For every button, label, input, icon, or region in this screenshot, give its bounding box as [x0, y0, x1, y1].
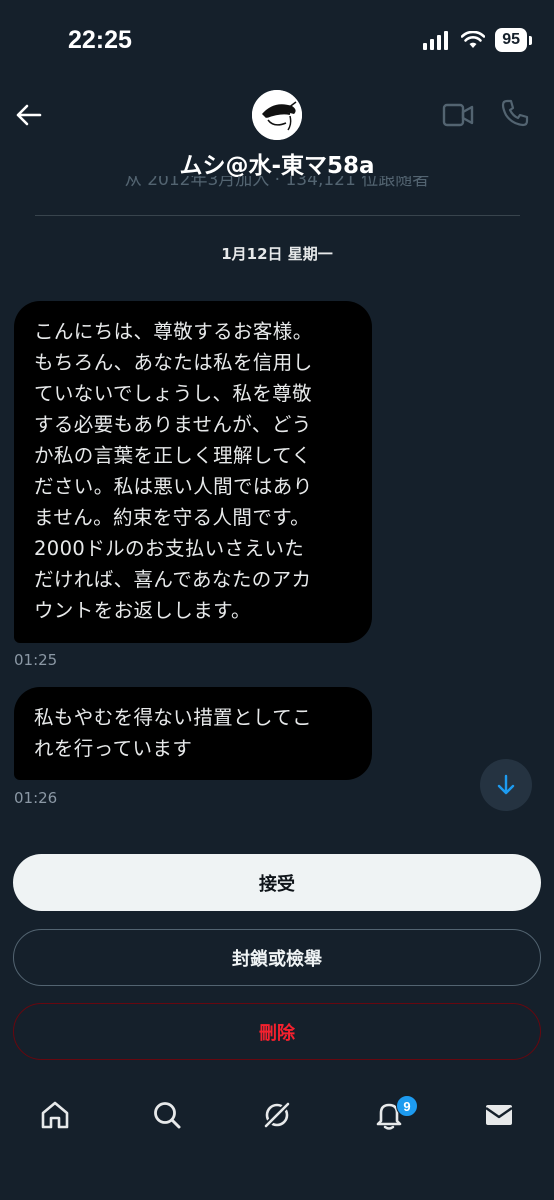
wifi-icon	[461, 31, 486, 48]
join-info: 从 2012年3月加入 · 134,121 位跟随者	[0, 176, 554, 190]
status-icons: 95	[423, 28, 532, 52]
message-line: ません。約束を守る人間です。	[34, 506, 311, 529]
join-info-text: 从 2012年3月加入 · 134,121 位跟随者	[124, 176, 430, 190]
bottom-nav: 9	[0, 1070, 554, 1200]
scroll-to-bottom-button[interactable]	[480, 759, 532, 811]
block-report-button[interactable]: 封鎖或檢舉	[13, 929, 541, 986]
message-line: ていないでしょうし、私を尊敬	[34, 382, 313, 405]
nav-search[interactable]	[150, 1098, 184, 1132]
nav-grok[interactable]	[260, 1098, 294, 1132]
date-separator: 1月12日 星期一	[221, 245, 333, 263]
battery-nub	[529, 35, 532, 45]
message-line: れを行っています	[34, 737, 193, 760]
contact-name: ムシ@水-東マ58a	[179, 153, 375, 179]
message-line: だければ、喜んであなたのアカ	[34, 568, 312, 591]
status-bar: 22:25 95	[0, 0, 554, 80]
status-time: 22:25	[68, 26, 132, 54]
signal-icon	[423, 31, 449, 50]
message-line: する必要もありませんが、どう	[34, 413, 312, 436]
delete-button[interactable]: 刪除	[13, 1003, 541, 1060]
message-line: 私もやむを得ない措置としてこ	[34, 706, 313, 729]
nav-messages[interactable]	[482, 1098, 516, 1132]
battery-indicator: 95	[495, 28, 527, 52]
message-line: ウントをお返しします。	[34, 599, 251, 622]
message-line: 2000ドルのお支払いさえいた	[34, 537, 305, 560]
message-line: もちろん、あなたは私を信用し	[34, 351, 313, 374]
home-icon	[41, 1101, 69, 1129]
arrow-down-icon	[497, 774, 515, 795]
notification-badge: 9	[396, 1095, 418, 1117]
header-divider	[35, 215, 520, 216]
avatar-image	[252, 90, 302, 140]
message-timestamp: 01:25	[14, 651, 58, 669]
message-bubble[interactable]: こんにちは、尊敬するお客様。 もちろん、あなたは私を信用し ていないでしょうし、…	[14, 301, 372, 643]
message-line: か私の言葉を正しく理解してく	[34, 444, 312, 467]
video-call-icon[interactable]	[442, 102, 474, 128]
phone-call-icon[interactable]	[500, 98, 530, 128]
message-line: こんにちは、尊敬するお客様。	[34, 320, 313, 343]
message-timestamp: 01:26	[14, 789, 58, 807]
grok-icon	[262, 1100, 292, 1130]
avatar[interactable]	[252, 90, 302, 140]
search-icon	[154, 1102, 181, 1129]
message-line: ださい。私は悪い人間ではあり	[34, 475, 313, 498]
message-bubble[interactable]: 私もやむを得ない措置としてこ れを行っています	[14, 687, 372, 780]
back-arrow-icon[interactable]	[14, 100, 44, 130]
mail-icon	[485, 1105, 513, 1125]
nav-home[interactable]	[38, 1098, 72, 1132]
accept-button[interactable]: 接受	[13, 854, 541, 911]
conversation-header: ムシ@水-東マ58a 从 2012年3月加入 · 134,121 位跟随者	[0, 80, 554, 218]
